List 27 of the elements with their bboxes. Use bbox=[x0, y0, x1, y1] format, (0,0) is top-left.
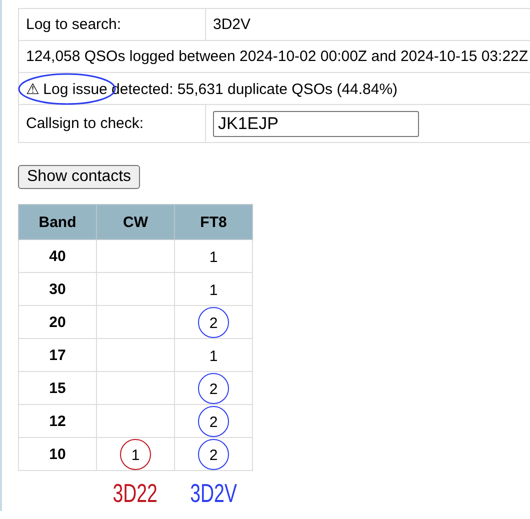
field-label: Callsign to check: bbox=[18, 104, 206, 142]
count-cell: 2 bbox=[198, 372, 229, 404]
count-cell-text: 1 bbox=[208, 248, 219, 268]
warning-icon: ⚠ bbox=[26, 80, 39, 98]
field-value: 3D2V bbox=[206, 8, 530, 40]
count-cell-text: 1 bbox=[208, 280, 219, 300]
band-cell: 10 bbox=[18, 438, 96, 470]
column-header: FT8 bbox=[174, 204, 252, 240]
legend-label: 3D2V bbox=[190, 478, 237, 508]
field-label: Log to search: bbox=[18, 8, 206, 40]
band-cell: 15 bbox=[18, 372, 96, 404]
band-cell: 40 bbox=[18, 240, 96, 272]
band-cell: 12 bbox=[18, 404, 96, 438]
callsign-input[interactable]: JK1EJP bbox=[213, 110, 419, 136]
legend-label: 3D22 bbox=[113, 478, 158, 508]
show-contacts-button[interactable]: Show contacts bbox=[18, 165, 140, 189]
count-cell: 1 bbox=[120, 438, 151, 470]
band-cell: 17 bbox=[18, 338, 96, 372]
count-cell-text: 1 bbox=[208, 346, 219, 366]
log-summary: 124,058 QSOs logged between 2024-10-02 00:00Z and 2024-10-15 03:22Z bbox=[18, 40, 530, 72]
count-cell: 2 bbox=[198, 438, 229, 470]
count-cell: 2 bbox=[198, 406, 229, 436]
column-header: Band bbox=[18, 204, 96, 240]
column-header: CW bbox=[96, 204, 174, 240]
count-cell: 2 bbox=[198, 306, 229, 338]
band-cell: 30 bbox=[18, 272, 96, 306]
band-cell: 20 bbox=[18, 306, 96, 338]
